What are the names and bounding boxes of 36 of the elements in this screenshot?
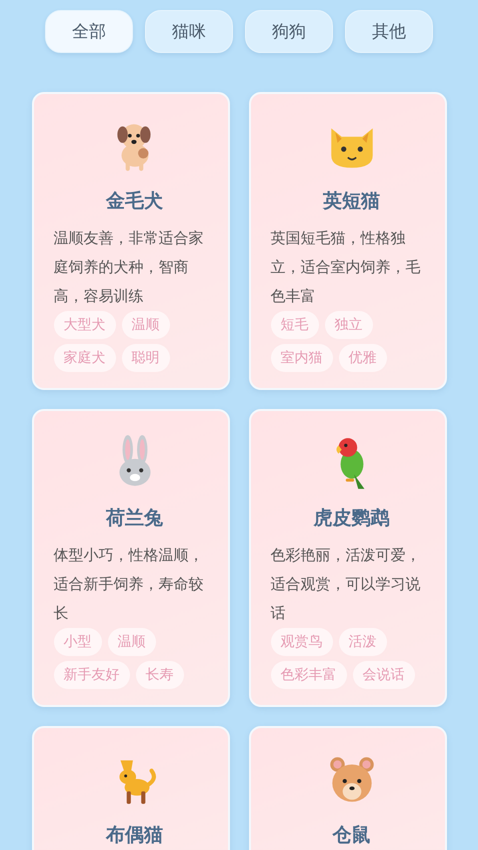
pet-card[interactable]: 虎皮鹦鹉 色彩艳丽，活泼可爱，适合观赏，可以学习说话 观赏鸟 活泼 色彩丰富 会说话 xyxy=(248,409,446,707)
pet-tag: 会说话 xyxy=(352,661,414,689)
pet-name: 荷兰兔 xyxy=(106,506,163,531)
pet-tag: 观赏鸟 xyxy=(270,628,332,656)
filter-tab[interactable]: 其他 xyxy=(345,10,433,53)
pet-tag: 活泼 xyxy=(338,628,386,656)
pet-description: 色彩艳丽，活泼可爱，适合观赏，可以学习说话 xyxy=(270,545,422,624)
pet-description: 英国短毛猫，性格独立，适合室内饲养，毛色丰富 xyxy=(270,228,422,307)
pet-tag: 温顺 xyxy=(108,628,156,656)
pet-description: 体型小巧，性格温顺，适合新手饲养，寿命较长 xyxy=(54,545,204,624)
filter-tab[interactable]: 猫咪 xyxy=(145,10,233,53)
pet-tag: 聪明 xyxy=(122,344,170,372)
pet-tag: 家庭犬 xyxy=(54,344,116,372)
pet-card[interactable]: 布偶猫 xyxy=(32,726,230,850)
pet-tag: 独立 xyxy=(324,311,372,339)
pet-tag: 长寿 xyxy=(136,661,184,689)
pet-card[interactable]: 荷兰兔 体型小巧，性格温顺，适合新手饲养，寿命较长 小型 温顺 新手友好 长寿 xyxy=(32,409,230,707)
pet-name: 仓鼠 xyxy=(332,823,370,848)
pet-name: 英短猫 xyxy=(323,189,380,214)
pet-name: 金毛犬 xyxy=(106,189,163,214)
pet-tag: 色彩丰富 xyxy=(270,661,346,689)
pet-card[interactable]: 金毛犬 温顺友善，非常适合家庭饲养的犬种，智商高，容易训练 大型犬 温顺 家庭犬 聪明 xyxy=(32,92,230,390)
filter-tab[interactable]: 全部 xyxy=(45,10,133,53)
filter-tab[interactable]: 狗狗 xyxy=(245,10,333,53)
pet-tag: 大型犬 xyxy=(54,311,116,339)
pet-name: 布偶猫 xyxy=(106,823,163,848)
pet-tag: 优雅 xyxy=(338,344,386,372)
pet-tag: 短毛 xyxy=(270,311,318,339)
pet-card[interactable]: 仓鼠 xyxy=(248,726,446,850)
pet-tag: 温顺 xyxy=(122,311,170,339)
pet-card[interactable]: 英短猫 英国短毛猫，性格独立，适合室内饲养，毛色丰富 短毛 独立 室内猫 优雅 xyxy=(248,92,446,390)
pet-description: 温顺友善，非常适合家庭饲养的犬种，智商高，容易训练 xyxy=(54,228,204,307)
pet-tag: 新手友好 xyxy=(54,661,130,689)
pet-name: 虎皮鹦鹉 xyxy=(314,506,390,531)
pet-tag: 小型 xyxy=(54,628,102,656)
pet-tag: 室内猫 xyxy=(270,344,332,372)
